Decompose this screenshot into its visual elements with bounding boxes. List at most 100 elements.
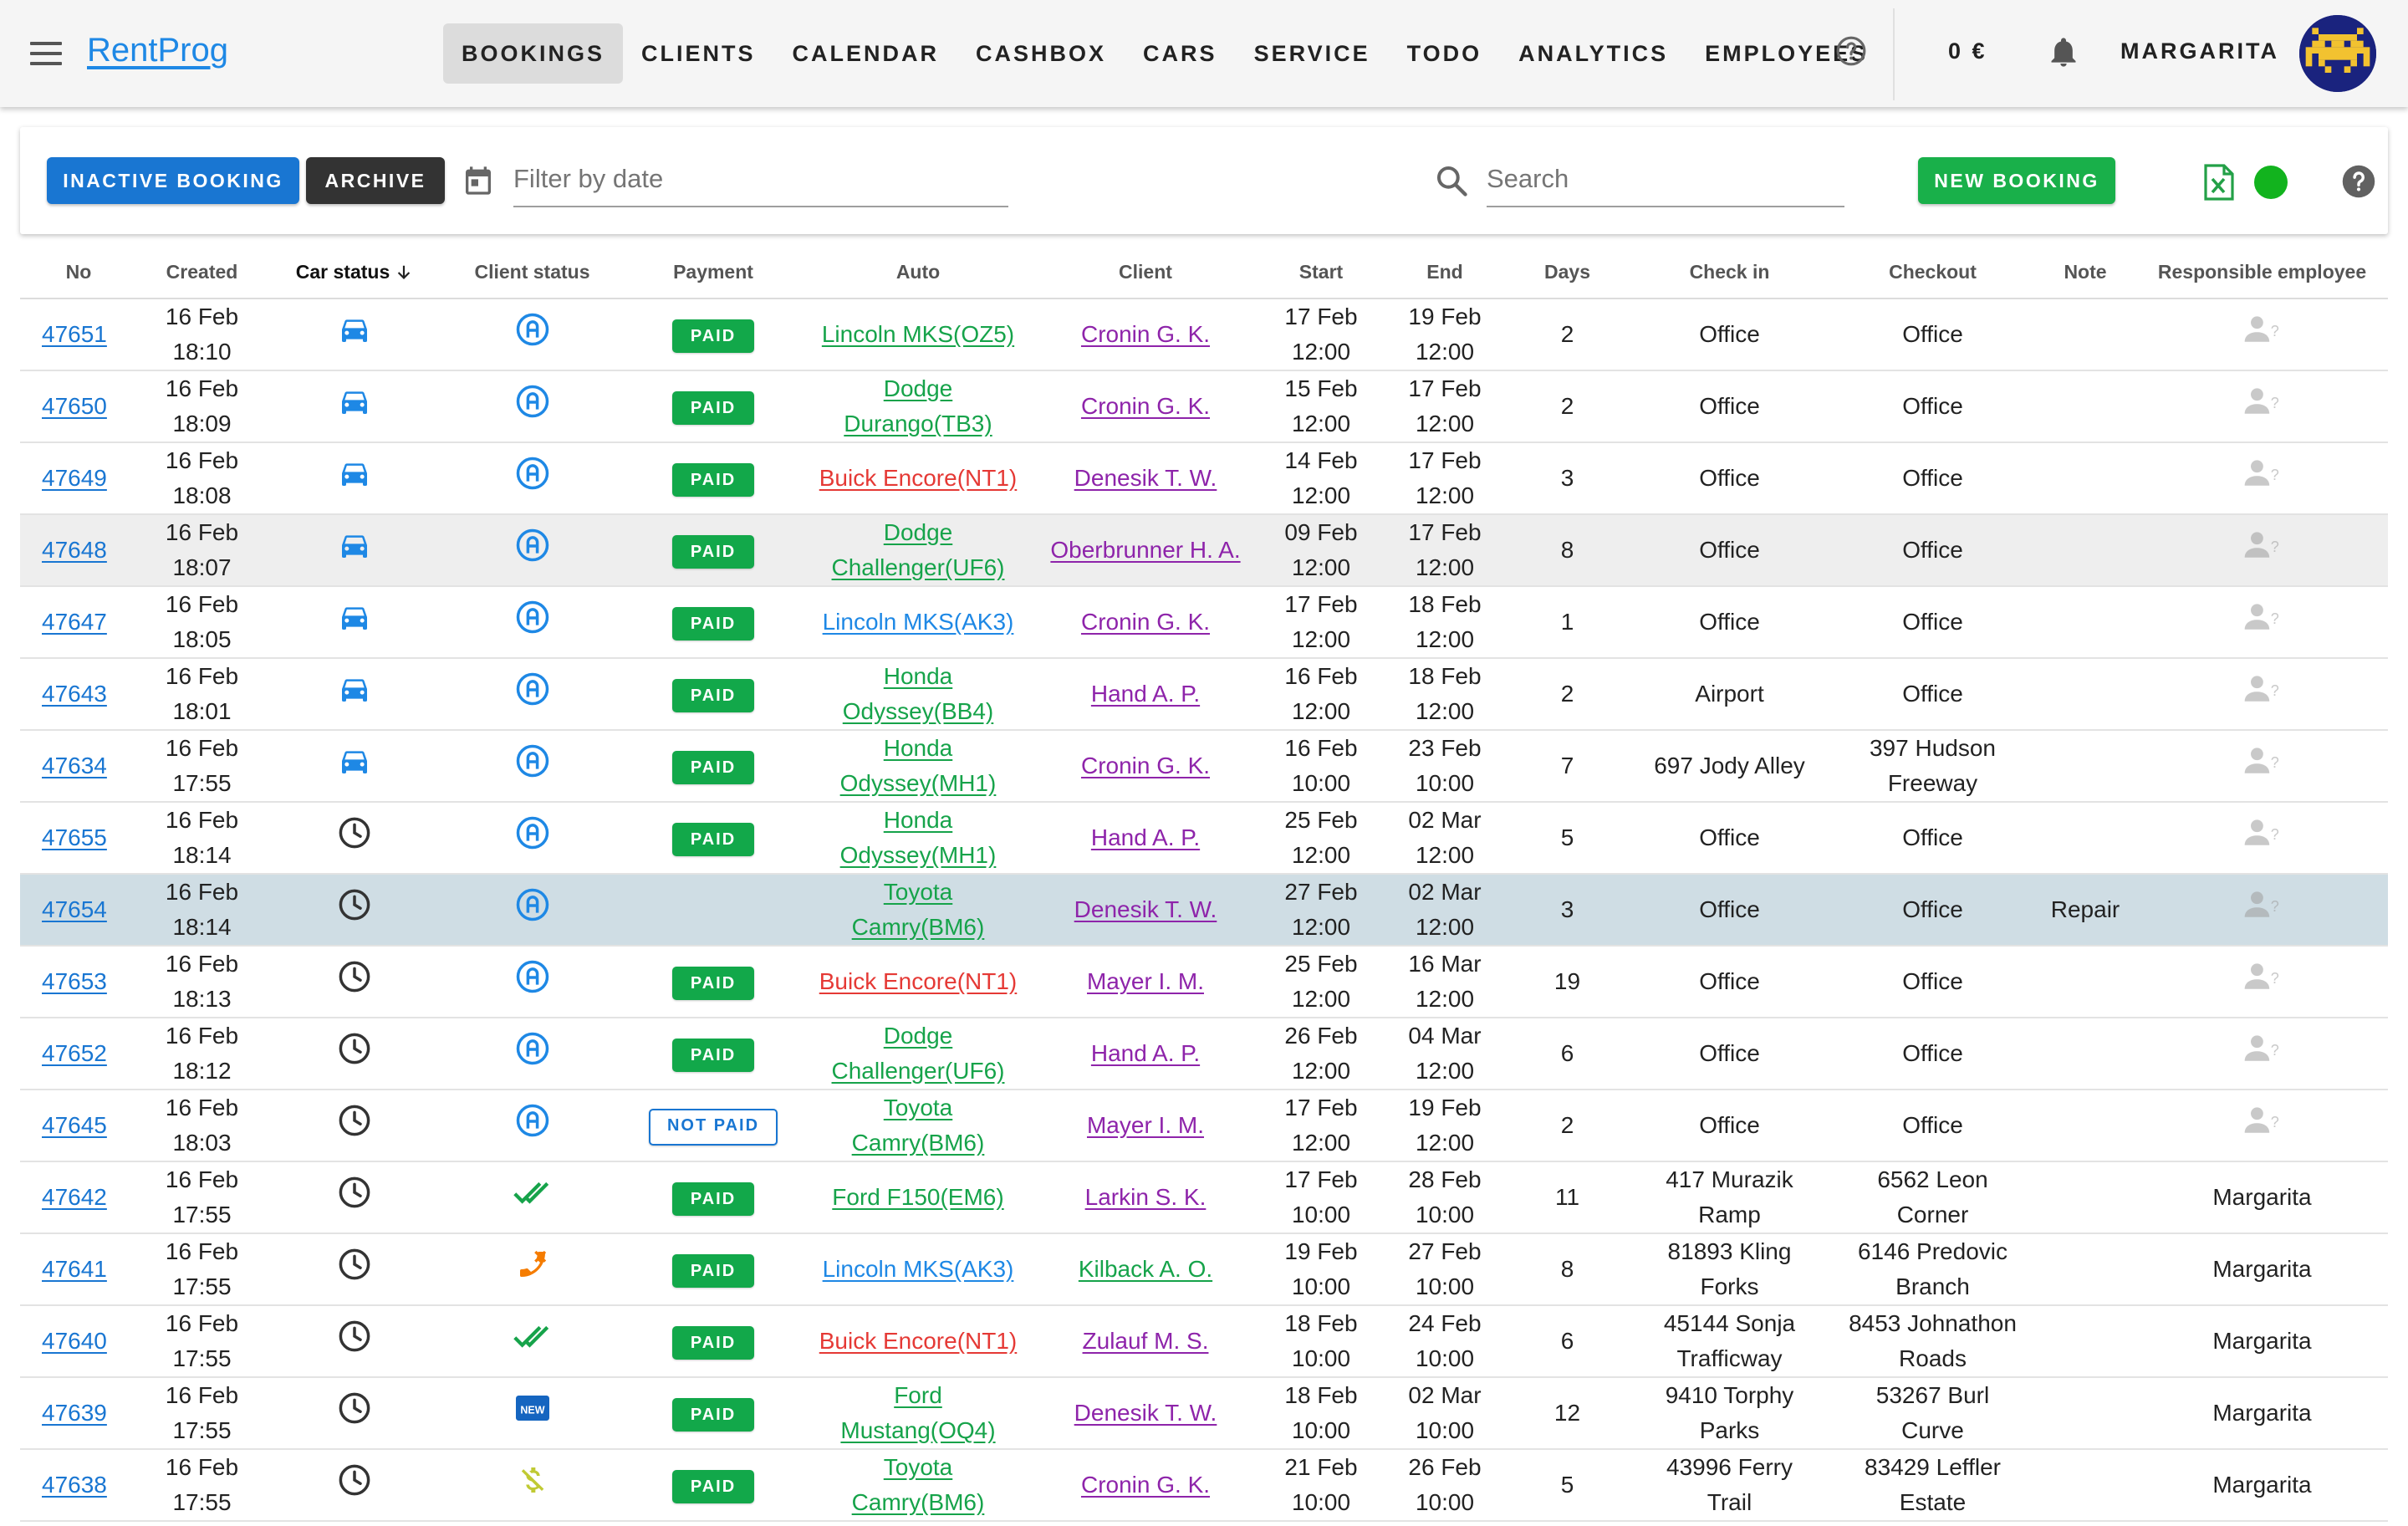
person-unknown-icon[interactable]: ? <box>2243 816 2282 860</box>
auto-cell[interactable]: ToyotaCamry(BM6) <box>804 1090 1032 1161</box>
car-link[interactable]: Lincoln MKS(OZ5) <box>822 321 1014 347</box>
car-link[interactable]: Lincoln MKS(AK3) <box>823 1256 1014 1282</box>
table-row[interactable]: 4765416 Feb18:14ToyotaCamry(BM6)Denesik … <box>20 874 2388 946</box>
car-status-cell[interactable] <box>267 730 442 802</box>
client-link[interactable]: Cronin G. K. <box>1081 753 1210 778</box>
new-booking-button[interactable]: NEW BOOKING <box>1918 157 2115 204</box>
responsible-cell[interactable]: ? <box>2136 658 2388 730</box>
client-cell[interactable]: Cronin G. K. <box>1032 586 1259 658</box>
booking-number-link[interactable]: 47645 <box>42 1112 107 1138</box>
booking-number-link[interactable]: 47651 <box>42 321 107 347</box>
booking-number-link[interactable]: 47634 <box>42 753 107 778</box>
table-row[interactable]: 4765016 Feb18:09PAIDDodgeDurango(TB3)Cro… <box>20 370 2388 442</box>
responsible-cell[interactable]: ? <box>2136 299 2388 370</box>
car-link[interactable]: HondaOdyssey(BB4) <box>843 663 994 724</box>
payment-badge[interactable]: PAID <box>672 391 754 425</box>
person-unknown-icon[interactable]: ? <box>2243 888 2282 931</box>
client-link[interactable]: Mayer I. M. <box>1087 968 1204 994</box>
help-icon[interactable] <box>2341 164 2376 199</box>
auto-cell[interactable]: Lincoln MKS(AK3) <box>804 586 1032 658</box>
client-link[interactable]: Cronin G. K. <box>1081 609 1210 635</box>
auto-cell[interactable]: Buick Encore(NT1) <box>804 442 1032 514</box>
nav-analytics[interactable]: ANALYTICS <box>1500 23 1686 84</box>
client-cell[interactable]: Cronin G. K. <box>1032 730 1259 802</box>
car-status-cell[interactable] <box>267 1305 442 1377</box>
booking-number-link[interactable]: 47639 <box>42 1400 107 1426</box>
a-badge-icon[interactable] <box>515 743 550 789</box>
person-unknown-icon[interactable]: ? <box>2243 385 2282 428</box>
table-row[interactable]: 4764316 Feb18:01PAIDHondaOdyssey(BB4)Han… <box>20 658 2388 730</box>
car-status-cell[interactable] <box>267 946 442 1018</box>
clock-icon[interactable] <box>337 1103 372 1148</box>
column-header-end[interactable]: End <box>1383 246 1507 299</box>
clock-icon[interactable] <box>337 1247 372 1292</box>
client-status-cell[interactable] <box>442 514 622 586</box>
client-cell[interactable]: Denesik T. W. <box>1032 1377 1259 1449</box>
a-badge-icon[interactable] <box>515 528 550 573</box>
car-icon[interactable] <box>338 528 371 572</box>
person-unknown-icon[interactable]: ? <box>2243 313 2282 356</box>
client-link[interactable]: Denesik T. W. <box>1074 896 1217 922</box>
auto-cell[interactable]: HondaOdyssey(BB4) <box>804 658 1032 730</box>
booking-number[interactable]: 47655 <box>20 802 137 874</box>
client-status-cell[interactable] <box>442 370 622 442</box>
client-link[interactable]: Kilback A. O. <box>1079 1256 1212 1282</box>
column-header-note[interactable]: Note <box>2034 246 2136 299</box>
clock-icon[interactable] <box>337 959 372 1004</box>
responsible-cell[interactable]: ? <box>2136 874 2388 946</box>
client-cell[interactable]: Denesik T. W. <box>1032 442 1259 514</box>
client-status-cell[interactable] <box>442 1449 622 1521</box>
payment-cell[interactable]: PAID <box>622 514 804 586</box>
client-cell[interactable]: Cronin G. K. <box>1032 299 1259 370</box>
car-icon[interactable] <box>338 385 371 428</box>
booking-number-link[interactable]: 47649 <box>42 465 107 491</box>
column-header-checkout[interactable]: Checkout <box>1831 246 2034 299</box>
auto-cell[interactable]: Buick Encore(NT1) <box>804 946 1032 1018</box>
search-input[interactable] <box>1487 152 1844 207</box>
responsible-cell[interactable]: ? <box>2136 730 2388 802</box>
car-link[interactable]: ToyotaCamry(BM6) <box>852 1454 985 1515</box>
client-link[interactable]: Cronin G. K. <box>1081 321 1210 347</box>
payment-cell[interactable]: PAID <box>622 442 804 514</box>
payment-cell[interactable]: PAID <box>622 1305 804 1377</box>
client-status-cell[interactable] <box>442 442 622 514</box>
client-link[interactable]: Larkin S. K. <box>1085 1184 1207 1210</box>
client-link[interactable]: Cronin G. K. <box>1081 393 1210 419</box>
responsible-cell[interactable]: ? <box>2136 586 2388 658</box>
clock-icon[interactable] <box>337 1031 372 1076</box>
payment-cell[interactable]: PAID <box>622 730 804 802</box>
car-link[interactable]: Ford F150(EM6) <box>832 1184 1003 1210</box>
column-header-days[interactable]: Days <box>1507 246 1628 299</box>
balance[interactable]: 0 € <box>1948 38 1987 64</box>
auto-cell[interactable]: FordMustang(OQ4) <box>804 1377 1032 1449</box>
car-status-cell[interactable] <box>267 1233 442 1305</box>
user-name[interactable]: MARGARITA <box>2120 38 2279 64</box>
client-status-cell[interactable] <box>442 1305 622 1377</box>
car-icon[interactable] <box>338 672 371 716</box>
booking-number[interactable]: 47645 <box>20 1090 137 1161</box>
car-status-cell[interactable] <box>267 514 442 586</box>
booking-number[interactable]: 47647 <box>20 586 137 658</box>
person-unknown-icon[interactable]: ? <box>2243 960 2282 1003</box>
booking-number-link[interactable]: 47647 <box>42 609 107 635</box>
auto-cell[interactable]: ToyotaCamry(BM6) <box>804 874 1032 946</box>
archive-button[interactable]: ARCHIVE <box>306 157 445 204</box>
nav-clients[interactable]: CLIENTS <box>623 23 774 84</box>
a-badge-icon[interactable] <box>515 671 550 717</box>
bell-icon[interactable] <box>2047 33 2080 72</box>
nav-calendar[interactable]: CALENDAR <box>774 23 958 84</box>
payment-badge[interactable]: PAID <box>672 751 754 784</box>
payment-badge[interactable]: PAID <box>672 1326 754 1360</box>
payment-badge[interactable]: PAID <box>672 1254 754 1288</box>
column-header-payment[interactable]: Payment <box>622 246 804 299</box>
client-cell[interactable]: Cronin G. K. <box>1032 1449 1259 1521</box>
client-status-cell[interactable]: NEW <box>442 1377 622 1449</box>
booking-number[interactable]: 47643 <box>20 658 137 730</box>
payment-cell[interactable]: PAID <box>622 946 804 1018</box>
client-link[interactable]: Cronin G. K. <box>1081 1472 1210 1498</box>
column-header-auto[interactable]: Auto <box>804 246 1032 299</box>
booking-number-link[interactable]: 47653 <box>42 968 107 994</box>
responsible-cell[interactable]: ? <box>2136 1018 2388 1090</box>
column-header-check-in[interactable]: Check in <box>1628 246 1831 299</box>
client-cell[interactable]: Zulauf M. S. <box>1032 1305 1259 1377</box>
